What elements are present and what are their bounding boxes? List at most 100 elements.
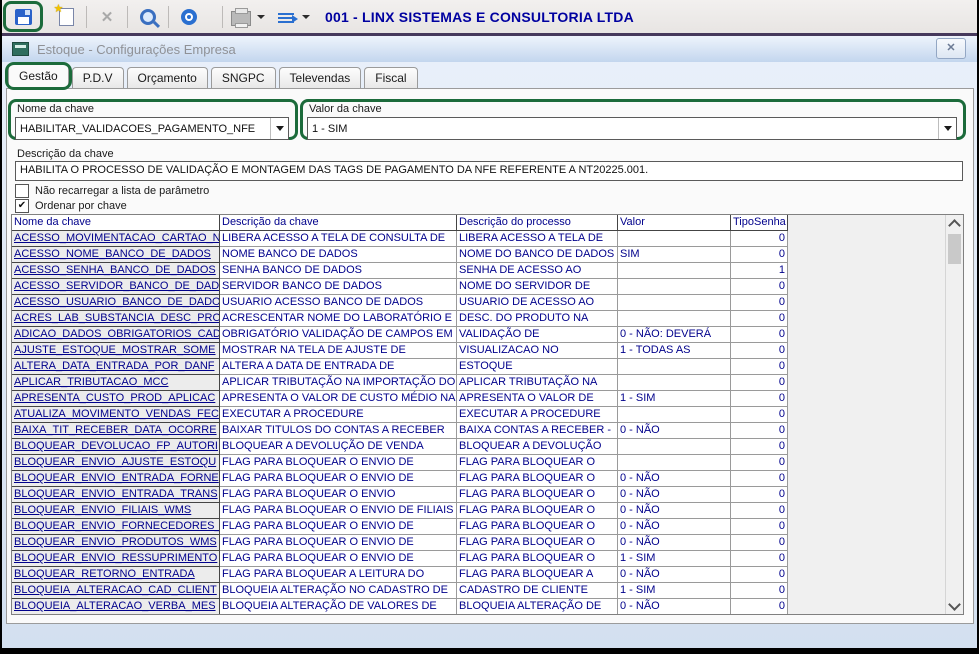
scroll-down-button[interactable]: [946, 598, 963, 614]
cell-descricao-do-processo[interactable]: FLAG PARA BLOQUEAR O: [457, 503, 618, 519]
cell-tipo-senha[interactable]: 0: [731, 535, 788, 551]
table-row[interactable]: BLOQUEIA_ALTERACAO_CAD_CLIENT BLOQUEIA AL…: [12, 583, 946, 599]
combo-arrow-button[interactable]: [270, 118, 288, 139]
table-row[interactable]: BLOQUEAR_ENVIO_RESSUPRIMENTO FLAG PARA BL…: [12, 551, 946, 567]
cell-tipo-senha[interactable]: 0: [731, 247, 788, 263]
cell-tipo-senha[interactable]: 0: [731, 599, 788, 614]
checkbox-nao-recarregar[interactable]: Não recarregar a lista de parâmetro: [15, 184, 209, 198]
cell-descricao-do-processo[interactable]: NOME DO SERVIDOR DE: [457, 279, 618, 295]
valor-chave-combobox[interactable]: 1 - SIM: [307, 117, 957, 140]
cell-valor[interactable]: 0 - NÃO: [618, 423, 731, 439]
cell-valor[interactable]: [618, 439, 731, 455]
table-row[interactable]: APLICAR_TRIBUTACAO_MCC APLICAR TRIBUTAÇÃO…: [12, 375, 946, 391]
table-row[interactable]: ALTERA_DATA_ENTRADA_POR_DANF ALTERA A DAT…: [12, 359, 946, 375]
cell-tipo-senha[interactable]: 0: [731, 327, 788, 343]
cell-nome-da-chave[interactable]: BLOQUEAR_ENVIO_ENTRADA_FORNE: [12, 471, 220, 487]
cell-valor[interactable]: [618, 311, 731, 327]
cell-descricao-do-processo[interactable]: FLAG PARA BLOQUEAR O: [457, 471, 618, 487]
cell-descricao-da-chave[interactable]: APLICAR TRIBUTAÇÃO NA IMPORTAÇÃO DO: [220, 375, 457, 391]
tab-televendas[interactable]: Televendas: [278, 67, 362, 88]
cell-descricao-da-chave[interactable]: FLAG PARA BLOQUEAR O ENVIO DE: [220, 551, 457, 567]
cell-descricao-do-processo[interactable]: BLOQUEIA ALTERAÇÃO DE: [457, 599, 618, 614]
cell-descricao-do-processo[interactable]: BAIXA CONTAS A RECEBER -: [457, 423, 618, 439]
cell-tipo-senha[interactable]: 0: [731, 471, 788, 487]
cell-descricao-da-chave[interactable]: FLAG PARA BLOQUEAR O ENVIO DE FILIAIS: [220, 503, 457, 519]
cell-nome-da-chave[interactable]: APLICAR_TRIBUTACAO_MCC: [12, 375, 220, 391]
cell-valor[interactable]: [618, 407, 731, 423]
delete-button[interactable]: ✕: [93, 4, 121, 30]
cell-valor[interactable]: 1 - SIM: [618, 551, 731, 567]
table-row[interactable]: ATUALIZA_MOVIMENTO_VENDAS_FEC EXECUTAR A …: [12, 407, 946, 423]
cell-descricao-da-chave[interactable]: FLAG PARA BLOQUEAR O ENVIO DE: [220, 535, 457, 551]
col-header-descricao-do-processo[interactable]: Descrição do processo: [457, 215, 618, 231]
export-dropdown-arrow-icon[interactable]: [302, 14, 310, 19]
cell-descricao-da-chave[interactable]: BLOQUEIA ALTERAÇÃO NO CADASTRO DE: [220, 583, 457, 599]
power-button[interactable]: [175, 4, 203, 30]
cell-descricao-do-processo[interactable]: USUARIO DE ACESSO AO: [457, 295, 618, 311]
checkbox-icon[interactable]: [15, 184, 29, 198]
cell-valor[interactable]: [618, 231, 731, 247]
table-row[interactable]: ACRES_LAB_SUBSTANCIA_DESC_PRO ACRESCENTAR…: [12, 311, 946, 327]
cell-descricao-do-processo[interactable]: CADASTRO DE CLIENTE: [457, 583, 618, 599]
table-row[interactable]: ACESSO_SENHA_BANCO_DE_DADOS SENHA BANCO D…: [12, 263, 946, 279]
cell-nome-da-chave[interactable]: ALTERA_DATA_ENTRADA_POR_DANF: [12, 359, 220, 375]
cell-tipo-senha[interactable]: 0: [731, 391, 788, 407]
cell-tipo-senha[interactable]: 1: [731, 263, 788, 279]
cell-descricao-da-chave[interactable]: FLAG PARA BLOQUEAR O ENVIO: [220, 487, 457, 503]
cell-valor[interactable]: 0 - NÃO: [618, 519, 731, 535]
cell-tipo-senha[interactable]: 0: [731, 583, 788, 599]
cell-valor[interactable]: 0 - NÃO: [618, 503, 731, 519]
tab-gestao[interactable]: Gestão: [5, 62, 72, 90]
cell-descricao-do-processo[interactable]: SENHA DE ACESSO AO: [457, 263, 618, 279]
cell-descricao-da-chave[interactable]: FLAG PARA BLOQUEAR O ENVIO DE: [220, 519, 457, 535]
cell-tipo-senha[interactable]: 0: [731, 407, 788, 423]
cell-nome-da-chave[interactable]: APRESENTA_CUSTO_PROD_APLICAC: [12, 391, 220, 407]
cell-nome-da-chave[interactable]: BLOQUEAR_ENVIO_FILIAIS_WMS: [12, 503, 220, 519]
cell-nome-da-chave[interactable]: ACESSO_USUARIO_BANCO_DE_DADO: [12, 295, 220, 311]
cell-tipo-senha[interactable]: 0: [731, 439, 788, 455]
descricao-chave-field[interactable]: HABILITA O PROCESSO DE VALIDAÇÃO E MONTA…: [15, 161, 963, 181]
cell-nome-da-chave[interactable]: ACESSO_MOVIMENTACAO_CARTAO_N: [12, 231, 220, 247]
cell-descricao-da-chave[interactable]: OBRIGATÓRIO VALIDAÇÃO DE CAMPOS EM: [220, 327, 457, 343]
cell-tipo-senha[interactable]: 0: [731, 551, 788, 567]
cell-valor[interactable]: 0 - NÃO: [618, 535, 731, 551]
cell-valor[interactable]: 1 - SIM: [618, 583, 731, 599]
new-document-button[interactable]: ★: [52, 3, 80, 30]
cell-tipo-senha[interactable]: 0: [731, 487, 788, 503]
tab-orcamento[interactable]: Orçamento: [126, 67, 208, 88]
cell-nome-da-chave[interactable]: BLOQUEAR_ENVIO_PRODUTOS_WMS: [12, 535, 220, 551]
cell-nome-da-chave[interactable]: AJUSTE_ESTOQUE_MOSTRAR_SOME: [12, 343, 220, 359]
cell-nome-da-chave[interactable]: BLOQUEAR_ENVIO_ENTRADA_TRANS: [12, 487, 220, 503]
table-row[interactable]: BLOQUEAR_ENVIO_FILIAIS_WMS FLAG PARA BLOQ…: [12, 503, 946, 519]
cell-descricao-da-chave[interactable]: FLAG PARA BLOQUEAR O ENVIO DE: [220, 455, 457, 471]
cell-nome-da-chave[interactable]: ACESSO_SERVIDOR_BANCO_DE_DADO: [12, 279, 220, 295]
cell-tipo-senha[interactable]: 0: [731, 503, 788, 519]
search-button[interactable]: [134, 4, 162, 30]
table-row[interactable]: BLOQUEAR_ENVIO_PRODUTOS_WMS FLAG PARA BLO…: [12, 535, 946, 551]
cell-tipo-senha[interactable]: 0: [731, 567, 788, 583]
cell-tipo-senha[interactable]: 0: [731, 519, 788, 535]
cell-valor[interactable]: 0 - NÃO: [618, 567, 731, 583]
cell-nome-da-chave[interactable]: BLOQUEAR_ENVIO_AJUSTE_ESTOQU: [12, 455, 220, 471]
cell-nome-da-chave[interactable]: BLOQUEIA_ALTERACAO_CAD_CLIENT: [12, 583, 220, 599]
cell-descricao-da-chave[interactable]: USUARIO ACESSO BANCO DE DADOS: [220, 295, 457, 311]
col-header-tipo-senha[interactable]: TipoSenha: [731, 215, 788, 231]
checkbox-checked-icon[interactable]: ✔: [15, 199, 29, 213]
cell-valor[interactable]: 1 - TODAS AS: [618, 343, 731, 359]
table-row[interactable]: AJUSTE_ESTOQUE_MOSTRAR_SOME MOSTRAR NA TE…: [12, 343, 946, 359]
table-row[interactable]: APRESENTA_CUSTO_PROD_APLICAC APRESENTA O …: [12, 391, 946, 407]
combo-arrow-button[interactable]: [938, 118, 956, 139]
scroll-up-button[interactable]: [946, 215, 963, 232]
table-row[interactable]: ACESSO_USUARIO_BANCO_DE_DADO USUARIO ACES…: [12, 295, 946, 311]
cell-tipo-senha[interactable]: 0: [731, 455, 788, 471]
cell-descricao-do-processo[interactable]: APRESENTA O VALOR DE: [457, 391, 618, 407]
cell-descricao-da-chave[interactable]: EXECUTAR A PROCEDURE: [220, 407, 457, 423]
table-row[interactable]: BLOQUEAR_DEVOLUCAO_FP_AUTORI BLOQUEAR A D…: [12, 439, 946, 455]
cell-descricao-da-chave[interactable]: BAIXAR TITULOS DO CONTAS A RECEBER: [220, 423, 457, 439]
cell-valor[interactable]: 1 - SIM: [618, 391, 731, 407]
cell-tipo-senha[interactable]: 0: [731, 343, 788, 359]
cell-descricao-da-chave[interactable]: FLAG PARA BLOQUEAR A LEITURA DO: [220, 567, 457, 583]
print-button[interactable]: [229, 4, 253, 30]
cell-tipo-senha[interactable]: 0: [731, 423, 788, 439]
col-header-nome-da-chave[interactable]: Nome da chave: [12, 215, 220, 231]
